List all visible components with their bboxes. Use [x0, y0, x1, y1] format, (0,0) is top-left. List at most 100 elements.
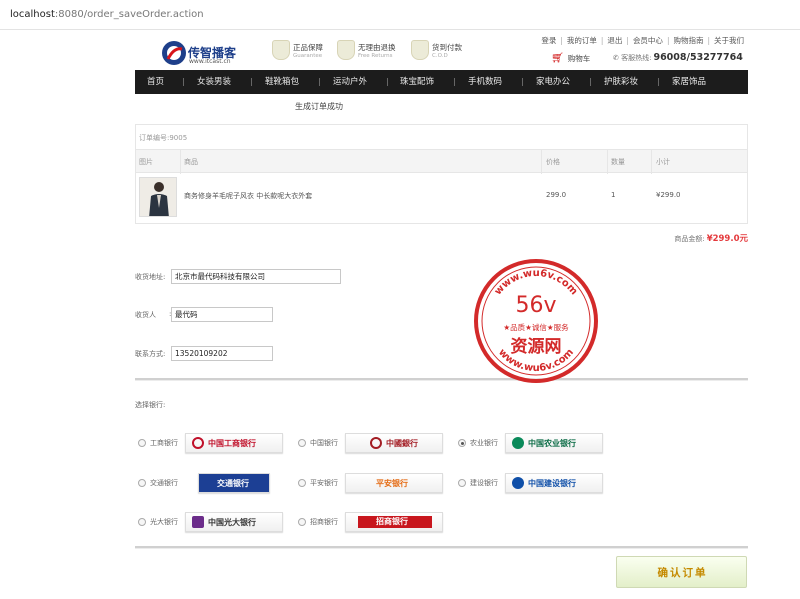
- bank-emblem-icon: [512, 437, 524, 449]
- product-subtotal: ¥299.0: [656, 191, 681, 199]
- nav-item-home[interactable]: 首页: [147, 70, 164, 94]
- nav-item-appliances[interactable]: 家电办公: [536, 70, 570, 94]
- radio-button[interactable]: [458, 479, 466, 487]
- product-photo-icon: [140, 178, 176, 216]
- radio-button[interactable]: [138, 439, 146, 447]
- bank-name: 光大银行: [150, 518, 178, 526]
- watermark-url-top: www.wu6v.com: [493, 268, 580, 297]
- bank-name: 交通银行: [150, 479, 178, 487]
- promo-subtitle: C.O.D: [432, 53, 448, 59]
- main-nav: 首页 女装男装 鞋靴箱包 运动户外 珠宝配饰 手机数码 家电办公 护肤彩妆 家居…: [135, 70, 748, 94]
- confirm-order-label: 确认订单: [657, 567, 708, 579]
- radio-button[interactable]: [138, 518, 146, 526]
- product-image[interactable]: [139, 177, 177, 217]
- divider: [135, 546, 748, 549]
- col-price: 价格: [546, 158, 560, 166]
- nav-item-shoes-bags[interactable]: 鞋靴箱包: [265, 70, 299, 94]
- receiver-input[interactable]: [171, 307, 273, 322]
- bank-name: 中国银行: [310, 439, 338, 447]
- radio-button[interactable]: [298, 439, 306, 447]
- col-quantity: 数量: [611, 158, 625, 166]
- url-text[interactable]: localhost:8080/order_saveOrder.action: [10, 9, 204, 20]
- cart-icon: 🛒︎: [551, 53, 564, 64]
- boc-logo[interactable]: 中國銀行: [345, 433, 443, 453]
- bank-name: 招商银行: [310, 518, 338, 526]
- ccb-logo[interactable]: 中国建设银行: [505, 473, 603, 493]
- pingan-logo[interactable]: 平安银行: [345, 473, 443, 493]
- nav-item-jewelry[interactable]: 珠宝配饰: [400, 70, 434, 94]
- cmb-logo[interactable]: 招商银行: [345, 512, 443, 532]
- nav-item-clothing[interactable]: 女装男装: [197, 70, 231, 94]
- shopping-guide-link[interactable]: 购物指南: [673, 36, 703, 45]
- logout-link[interactable]: 退出: [607, 36, 622, 45]
- watermark-slogan: ★品质★诚信★服务: [503, 322, 569, 332]
- product-name[interactable]: 商务修身羊毛呢子风衣 中长款呢大衣外套: [184, 191, 312, 201]
- promo-title: 货到付款: [432, 43, 462, 52]
- bocom-logo[interactable]: 交通银行: [198, 473, 270, 493]
- address-input[interactable]: [171, 269, 341, 284]
- nav-item-beauty[interactable]: 护肤彩妆: [604, 70, 638, 94]
- radio-button[interactable]: [298, 518, 306, 526]
- divider: [135, 378, 748, 381]
- shield-icon: [272, 40, 290, 60]
- receiver-label: 收货人: [135, 311, 156, 319]
- col-image: 图片: [139, 158, 153, 166]
- radio-button[interactable]: [138, 479, 146, 487]
- bank-emblem-icon: [192, 437, 204, 449]
- confirm-order-button[interactable]: 确认订单: [616, 556, 747, 588]
- bank-name: 建设银行: [470, 479, 498, 487]
- order-number: 订单编号:9005: [139, 134, 188, 142]
- watermark-url-bottom: www.wu6v.com: [496, 347, 576, 374]
- bank-logo-text: 中国建设银行: [528, 479, 576, 488]
- my-orders-link[interactable]: 我的订单: [567, 36, 597, 45]
- address-label: 收货地址:: [135, 273, 166, 281]
- phone-input[interactable]: [171, 346, 273, 361]
- bank-logo-text: 中国农业银行: [528, 439, 576, 448]
- logo-site: www.itcast.cn: [189, 58, 231, 65]
- about-us-link[interactable]: 关于我们: [714, 36, 744, 45]
- bank-name: 农业银行: [470, 439, 498, 447]
- promo-subtitle: Free Returns: [358, 53, 393, 59]
- col-subtotal: 小计: [656, 158, 670, 166]
- browser-address-bar[interactable]: localhost:8080/order_saveOrder.action: [0, 0, 800, 30]
- nav-item-sports[interactable]: 运动户外: [333, 70, 367, 94]
- bank-name: 工商银行: [150, 439, 178, 447]
- ceb-logo[interactable]: 中国光大银行: [185, 512, 283, 532]
- watermark-big: 56v: [515, 293, 556, 318]
- promo-subtitle: Guarantee: [293, 53, 323, 59]
- total-value: ¥299.0元: [706, 234, 748, 244]
- bank-logo-text: 平安银行: [376, 479, 408, 488]
- order-table: 订单编号:9005 图片 商品 价格 数量 小计 商务修身羊毛呢子风衣 中长款呢…: [135, 124, 748, 224]
- bank-logo-text: 中国光大银行: [208, 518, 256, 527]
- icbc-logo[interactable]: 中国工商银行: [185, 433, 283, 453]
- abc-logo[interactable]: 中国农业银行: [505, 433, 603, 453]
- svg-text:www.wu6v.com: www.wu6v.com: [496, 347, 576, 374]
- page: 传智播客 www.itcast.cn 正品保障 Guarantee 无理由退换 …: [135, 30, 748, 599]
- url-host: localhost: [10, 9, 55, 20]
- table-row: 商务修身羊毛呢子风衣 中长款呢大衣外套 299.0 1 ¥299.0: [136, 173, 747, 223]
- cash-icon: [411, 40, 429, 60]
- col-product: 商品: [184, 158, 198, 166]
- hotline-label: 客服热线:: [621, 54, 652, 62]
- watermark-mid: 资源网: [511, 336, 562, 357]
- url-path: :8080/order_saveOrder.action: [54, 9, 204, 20]
- svg-text:www.wu6v.com: www.wu6v.com: [493, 268, 580, 297]
- bank-emblem-icon: [192, 516, 204, 528]
- bank-name: 平安银行: [310, 479, 338, 487]
- nav-item-digital[interactable]: 手机数码: [468, 70, 502, 94]
- radio-button[interactable]: [298, 479, 306, 487]
- cart-link[interactable]: 🛒︎ 购物车: [551, 53, 590, 64]
- nav-item-home-decor[interactable]: 家居饰品: [672, 70, 706, 94]
- bank-logo-text: 中国工商银行: [208, 439, 256, 448]
- member-center-link[interactable]: 会员中心: [633, 36, 663, 45]
- table-header: 图片 商品 价格 数量 小计: [136, 149, 747, 174]
- order-total: 商品金额: ¥299.0元: [674, 232, 748, 244]
- promo-title: 正品保障: [293, 43, 323, 52]
- bank-emblem-icon: [512, 477, 524, 489]
- bank-logo-text: 交通银行: [217, 479, 249, 488]
- site-logo[interactable]: 传智播客 www.itcast.cn: [160, 38, 250, 68]
- login-link[interactable]: 登录: [541, 36, 556, 45]
- radio-button-selected[interactable]: [458, 439, 466, 447]
- bank-logo-text: 招商银行: [376, 517, 408, 526]
- phone-label: 联系方式:: [135, 350, 166, 358]
